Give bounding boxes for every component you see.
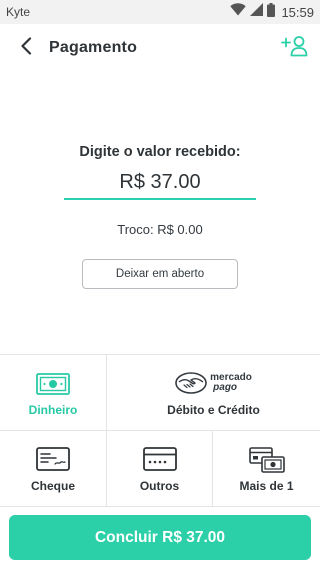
change-text: Troco: R$ 0.00	[117, 222, 203, 237]
method-debito-credito-label: Débito e Crédito	[167, 403, 260, 417]
status-time: 15:59	[281, 4, 314, 20]
page-title: Pagamento	[49, 39, 138, 56]
add-customer-button[interactable]	[278, 34, 312, 62]
wifi-icon	[230, 3, 247, 21]
battery-icon	[267, 2, 276, 22]
mercado-pago-logo: mercado pago	[175, 372, 252, 394]
method-cheque-label: Cheque	[30, 479, 75, 493]
method-dinheiro-label: Dinheiro	[28, 403, 78, 417]
amount-prompt: Digite o valor recebido:	[79, 144, 241, 160]
payment-methods-grid: Dinheiro mercado pago Débito e Crédito C…	[0, 354, 320, 507]
method-debito-credito[interactable]: mercado pago Débito e Crédito	[107, 355, 320, 431]
status-bar: Kyte 15:59	[0, 0, 320, 24]
app-bar: Pagamento	[0, 24, 320, 74]
amount-received-input[interactable]	[64, 166, 256, 200]
mercado-pago-logo-line2: pago	[213, 382, 238, 393]
signal-icon	[250, 3, 264, 21]
method-outros-label: Outros	[139, 479, 180, 493]
method-outros[interactable]: Outros	[107, 431, 213, 507]
status-icons: 15:59	[230, 2, 314, 22]
multi-payment-icon	[248, 447, 285, 478]
method-dinheiro[interactable]: Dinheiro	[0, 355, 107, 431]
back-button[interactable]	[12, 34, 40, 62]
leave-open-button[interactable]: Deixar em aberto	[82, 259, 238, 289]
card-icon	[142, 447, 177, 476]
method-mais-de-1-label: Mais de 1	[239, 479, 294, 493]
cash-icon	[36, 373, 70, 400]
conclude-payment-button[interactable]: Concluir R$ 37.00	[9, 515, 311, 560]
add-user-icon	[281, 35, 309, 62]
carrier-name: Kyte	[6, 5, 31, 19]
method-mais-de-1[interactable]: Mais de 1	[213, 431, 320, 507]
check-icon	[36, 447, 70, 476]
method-cheque[interactable]: Cheque	[0, 431, 107, 507]
back-arrow-icon	[20, 36, 32, 60]
